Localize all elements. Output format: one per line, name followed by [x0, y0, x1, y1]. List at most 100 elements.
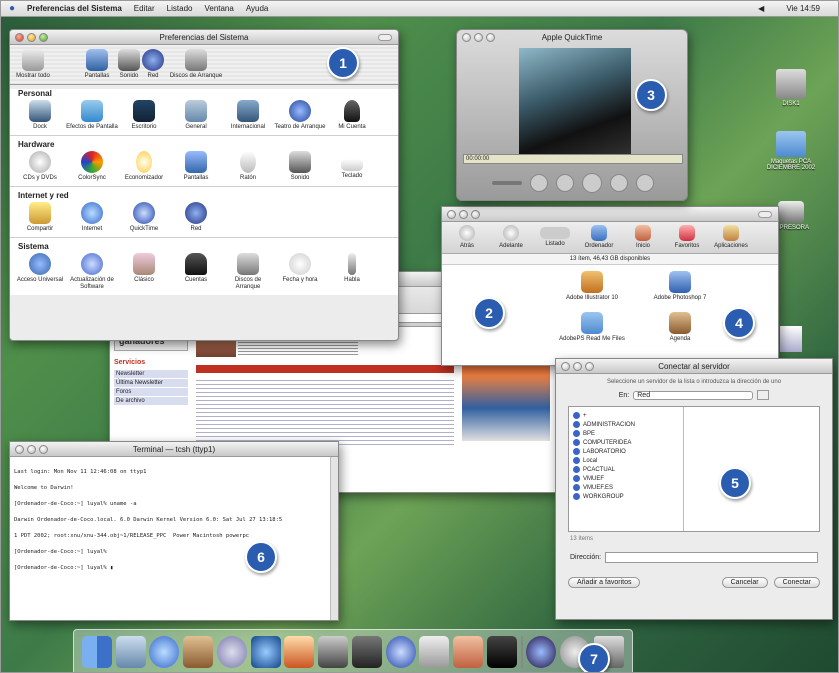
- sidebar-servicios[interactable]: Servicios: [114, 359, 188, 366]
- mail-icon[interactable]: [115, 636, 146, 668]
- server-item[interactable]: VMUEF.ES: [569, 483, 683, 492]
- server-item[interactable]: VMUEF: [569, 474, 683, 483]
- finder-item-photoshop[interactable]: Adobe Photoshop 7: [640, 271, 720, 302]
- menu-editar[interactable]: Editar: [134, 4, 155, 13]
- server-item[interactable]: ADMINISTRACION: [569, 420, 683, 429]
- desktop-icon-maquetas[interactable]: Maquetas PCA DICIEMBRE 2002: [756, 131, 826, 171]
- itunes-icon[interactable]: [216, 636, 247, 668]
- pane-acceso[interactable]: Acceso Universal: [14, 253, 66, 291]
- pane-cds[interactable]: CDs y DVDs: [14, 151, 66, 182]
- pane-fecha[interactable]: Fecha y hora: [274, 253, 326, 291]
- imovie-icon[interactable]: [318, 636, 349, 668]
- step-back-button[interactable]: [556, 174, 574, 192]
- finder-apps-button[interactable]: Aplicaciones: [712, 225, 750, 250]
- play-button[interactable]: [582, 173, 602, 193]
- server-item[interactable]: Local: [569, 456, 683, 465]
- ichat-icon[interactable]: [149, 636, 180, 668]
- finder-back-button[interactable]: Atrás: [448, 225, 486, 250]
- pane-colorsync[interactable]: ColorSync: [66, 151, 118, 182]
- finder-icon[interactable]: [81, 636, 112, 668]
- desktop-icon-disk1[interactable]: DISK1: [756, 69, 826, 107]
- menu-clock[interactable]: Vie 14:59: [786, 4, 820, 13]
- toolbar-discos[interactable]: Discos de Arranque: [166, 49, 226, 80]
- forward-arrow-icon: [503, 225, 519, 241]
- internet-explorer-icon[interactable]: [250, 636, 281, 668]
- pane-discos[interactable]: Discos de Arranque: [222, 253, 274, 291]
- pane-red[interactable]: Red: [170, 202, 222, 233]
- finder-favorites-button[interactable]: Favoritos: [668, 225, 706, 250]
- go-up-button[interactable]: [757, 390, 770, 400]
- fast-forward-button[interactable]: [636, 174, 654, 192]
- finder-item-adobeps[interactable]: AdobePS Read Me Files: [552, 312, 632, 343]
- show-all-button[interactable]: Mostrar todo: [14, 49, 52, 80]
- finder-forward-button[interactable]: Adelante: [492, 225, 530, 250]
- server-item[interactable]: PCACTUAL: [569, 465, 683, 474]
- volume-slider[interactable]: [492, 181, 522, 185]
- pane-teatro[interactable]: Teatro de Arranque: [274, 100, 326, 131]
- finder-item-illustrator[interactable]: Adobe Illustrator 10: [552, 271, 632, 302]
- home-icon[interactable]: [453, 636, 484, 668]
- pane-micuenta[interactable]: Mi Cuenta: [326, 100, 378, 131]
- pane-compartir[interactable]: Compartir: [14, 202, 66, 233]
- pane-raton[interactable]: Ratón: [222, 151, 274, 182]
- pane-internacional[interactable]: Internacional: [222, 100, 274, 131]
- finder-item-agenda[interactable]: Agenda: [640, 312, 720, 343]
- address-row: Dirección:: [556, 552, 832, 563]
- finder-view-button[interactable]: Listado: [536, 227, 574, 248]
- location-select[interactable]: Red: [633, 390, 754, 400]
- toolbar-pantallas[interactable]: Pantallas: [78, 49, 116, 80]
- finder-home-button[interactable]: Inicio: [624, 225, 662, 250]
- pane-sonido[interactable]: Sonido: [274, 151, 326, 182]
- pane-habla[interactable]: Habla: [326, 253, 378, 291]
- toolbar-red[interactable]: Red: [142, 49, 164, 80]
- connect-title-bar: Conectar al servidor: [556, 359, 832, 374]
- pane-cuentas[interactable]: Cuentas: [170, 253, 222, 291]
- pane-pantallas[interactable]: Pantallas: [170, 151, 222, 182]
- pane-escritorio[interactable]: Escritorio: [118, 100, 170, 131]
- sidebar-foros[interactable]: Foros: [114, 388, 188, 396]
- terminal-output[interactable]: Last login: Mon Nov 11 12:46:08 on ttyp1…: [10, 457, 338, 591]
- sidebar-newsletter[interactable]: Newsletter: [114, 370, 188, 378]
- pane-internet[interactable]: Internet: [66, 202, 118, 233]
- computer-icon: [591, 225, 607, 241]
- add-favorites-button[interactable]: Añadir a favoritos: [568, 577, 641, 588]
- server-item[interactable]: BPE: [569, 429, 683, 438]
- finder-computer-button[interactable]: Ordenador: [580, 225, 618, 250]
- step-forward-button[interactable]: [610, 174, 628, 192]
- terminal-scrollbar[interactable]: [330, 457, 338, 620]
- iphoto-icon[interactable]: [284, 636, 315, 668]
- pane-actualizacion[interactable]: Actualización de Software: [66, 253, 118, 291]
- pane-clasico[interactable]: Clásico: [118, 253, 170, 291]
- quicktime-icon[interactable]: [385, 636, 416, 668]
- menu-app-name[interactable]: Preferencias del Sistema: [27, 4, 122, 13]
- terminal-icon[interactable]: [486, 636, 517, 668]
- pane-efectos[interactable]: Efectos de Pantalla: [66, 100, 118, 131]
- pane-teclado[interactable]: Teclado: [326, 151, 378, 182]
- mac-apple-icon[interactable]: [419, 636, 450, 668]
- connect-button[interactable]: Conectar: [773, 577, 820, 588]
- server-item[interactable]: LABORATORIO: [569, 447, 683, 456]
- server-item[interactable]: +: [569, 411, 683, 420]
- globe-icon[interactable]: [526, 636, 557, 668]
- toolbar-sonido[interactable]: Sonido: [118, 49, 140, 80]
- menu-ventana[interactable]: Ventana: [204, 4, 233, 13]
- server-item[interactable]: COMPUTERIDEA: [569, 438, 683, 447]
- rewind-button[interactable]: [530, 174, 548, 192]
- server-item[interactable]: WORKGROUP: [569, 492, 683, 501]
- screen-effects-icon: [81, 100, 103, 122]
- cancel-button[interactable]: Cancelar: [721, 577, 768, 588]
- pane-general[interactable]: General: [170, 100, 222, 131]
- pane-economizador[interactable]: Economizador: [118, 151, 170, 182]
- apple-menu-icon[interactable]: ●: [9, 3, 15, 14]
- sherlock-icon[interactable]: [351, 636, 382, 668]
- sidebar-archivo[interactable]: De archivo: [114, 397, 188, 405]
- volume-icon[interactable]: ◀: [758, 4, 764, 13]
- menu-ayuda[interactable]: Ayuda: [246, 4, 269, 13]
- menu-listado[interactable]: Listado: [167, 4, 193, 13]
- address-book-icon[interactable]: [183, 636, 214, 668]
- quicktime-timeline[interactable]: 00:00:00: [463, 154, 683, 164]
- pane-quicktime[interactable]: QuickTime: [118, 202, 170, 233]
- sidebar-ultima[interactable]: Última Newsletter: [114, 379, 188, 387]
- pane-dock[interactable]: Dock: [14, 100, 66, 131]
- address-input[interactable]: [605, 552, 818, 563]
